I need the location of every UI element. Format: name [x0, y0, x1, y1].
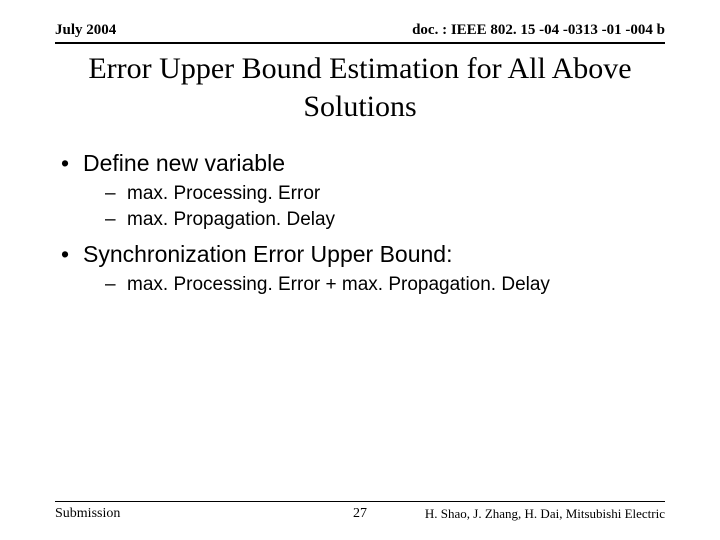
slide-body: Define new variable max. Processing. Err… — [55, 140, 665, 298]
footer: Submission 27 H. Shao, J. Zhang, H. Dai,… — [55, 506, 665, 522]
header-rule — [55, 42, 665, 44]
footer-rule — [55, 501, 665, 502]
bullet-level1: Synchronization Error Upper Bound: — [55, 241, 665, 268]
slide: July 2004 doc. : IEEE 802. 15 -04 -0313 … — [0, 0, 720, 540]
bullet-level2: max. Propagation. Delay — [55, 209, 665, 231]
header-docid: doc. : IEEE 802. 15 -04 -0313 -01 -004 b — [412, 22, 665, 39]
bullet-level1: Define new variable — [55, 150, 665, 177]
bullet-level2: max. Processing. Error — [55, 183, 665, 205]
header: July 2004 doc. : IEEE 802. 15 -04 -0313 … — [55, 22, 665, 39]
bullet-level2: max. Processing. Error + max. Propagatio… — [55, 274, 665, 296]
slide-title: Error Upper Bound Estimation for All Abo… — [55, 50, 665, 125]
header-date: July 2004 — [55, 22, 116, 39]
page-number: 27 — [55, 506, 665, 522]
